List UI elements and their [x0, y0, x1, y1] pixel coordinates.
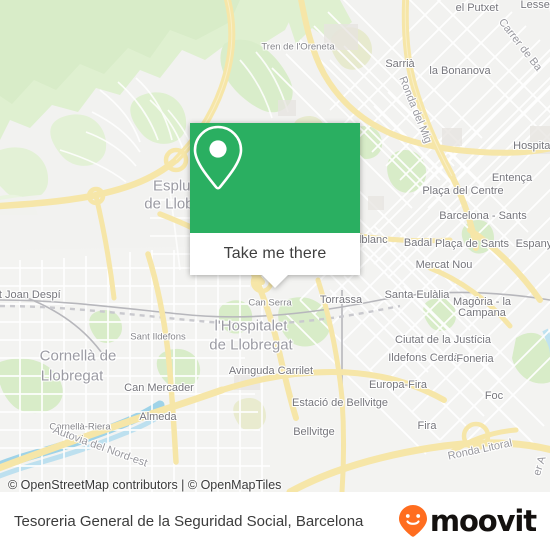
map-canvas[interactable]: el PutxetLessepsTren de l'OrenetaSarriàl… [0, 0, 550, 492]
map-pin-icon [193, 125, 243, 190]
take-me-there-button[interactable]: Take me there [190, 233, 360, 288]
popup-header [190, 123, 360, 233]
location-popup[interactable]: Take me there [190, 123, 360, 288]
moovit-pin-icon [398, 505, 427, 537]
popup-button-label: Take me there [223, 245, 327, 262]
map-screenshot: el PutxetLessepsTren de l'OrenetaSarriàl… [0, 0, 550, 550]
popup-tail [262, 275, 288, 288]
attribution-text: © OpenStreetMap contributors | © OpenMap… [8, 478, 282, 492]
moovit-wordmark: moovit [429, 503, 537, 538]
footer-bar: Tesoreria General de la Seguridad Social… [0, 492, 550, 550]
page-title: Tesoreria General de la Seguridad Social… [14, 512, 364, 530]
moovit-logo[interactable]: moovit [398, 503, 537, 538]
